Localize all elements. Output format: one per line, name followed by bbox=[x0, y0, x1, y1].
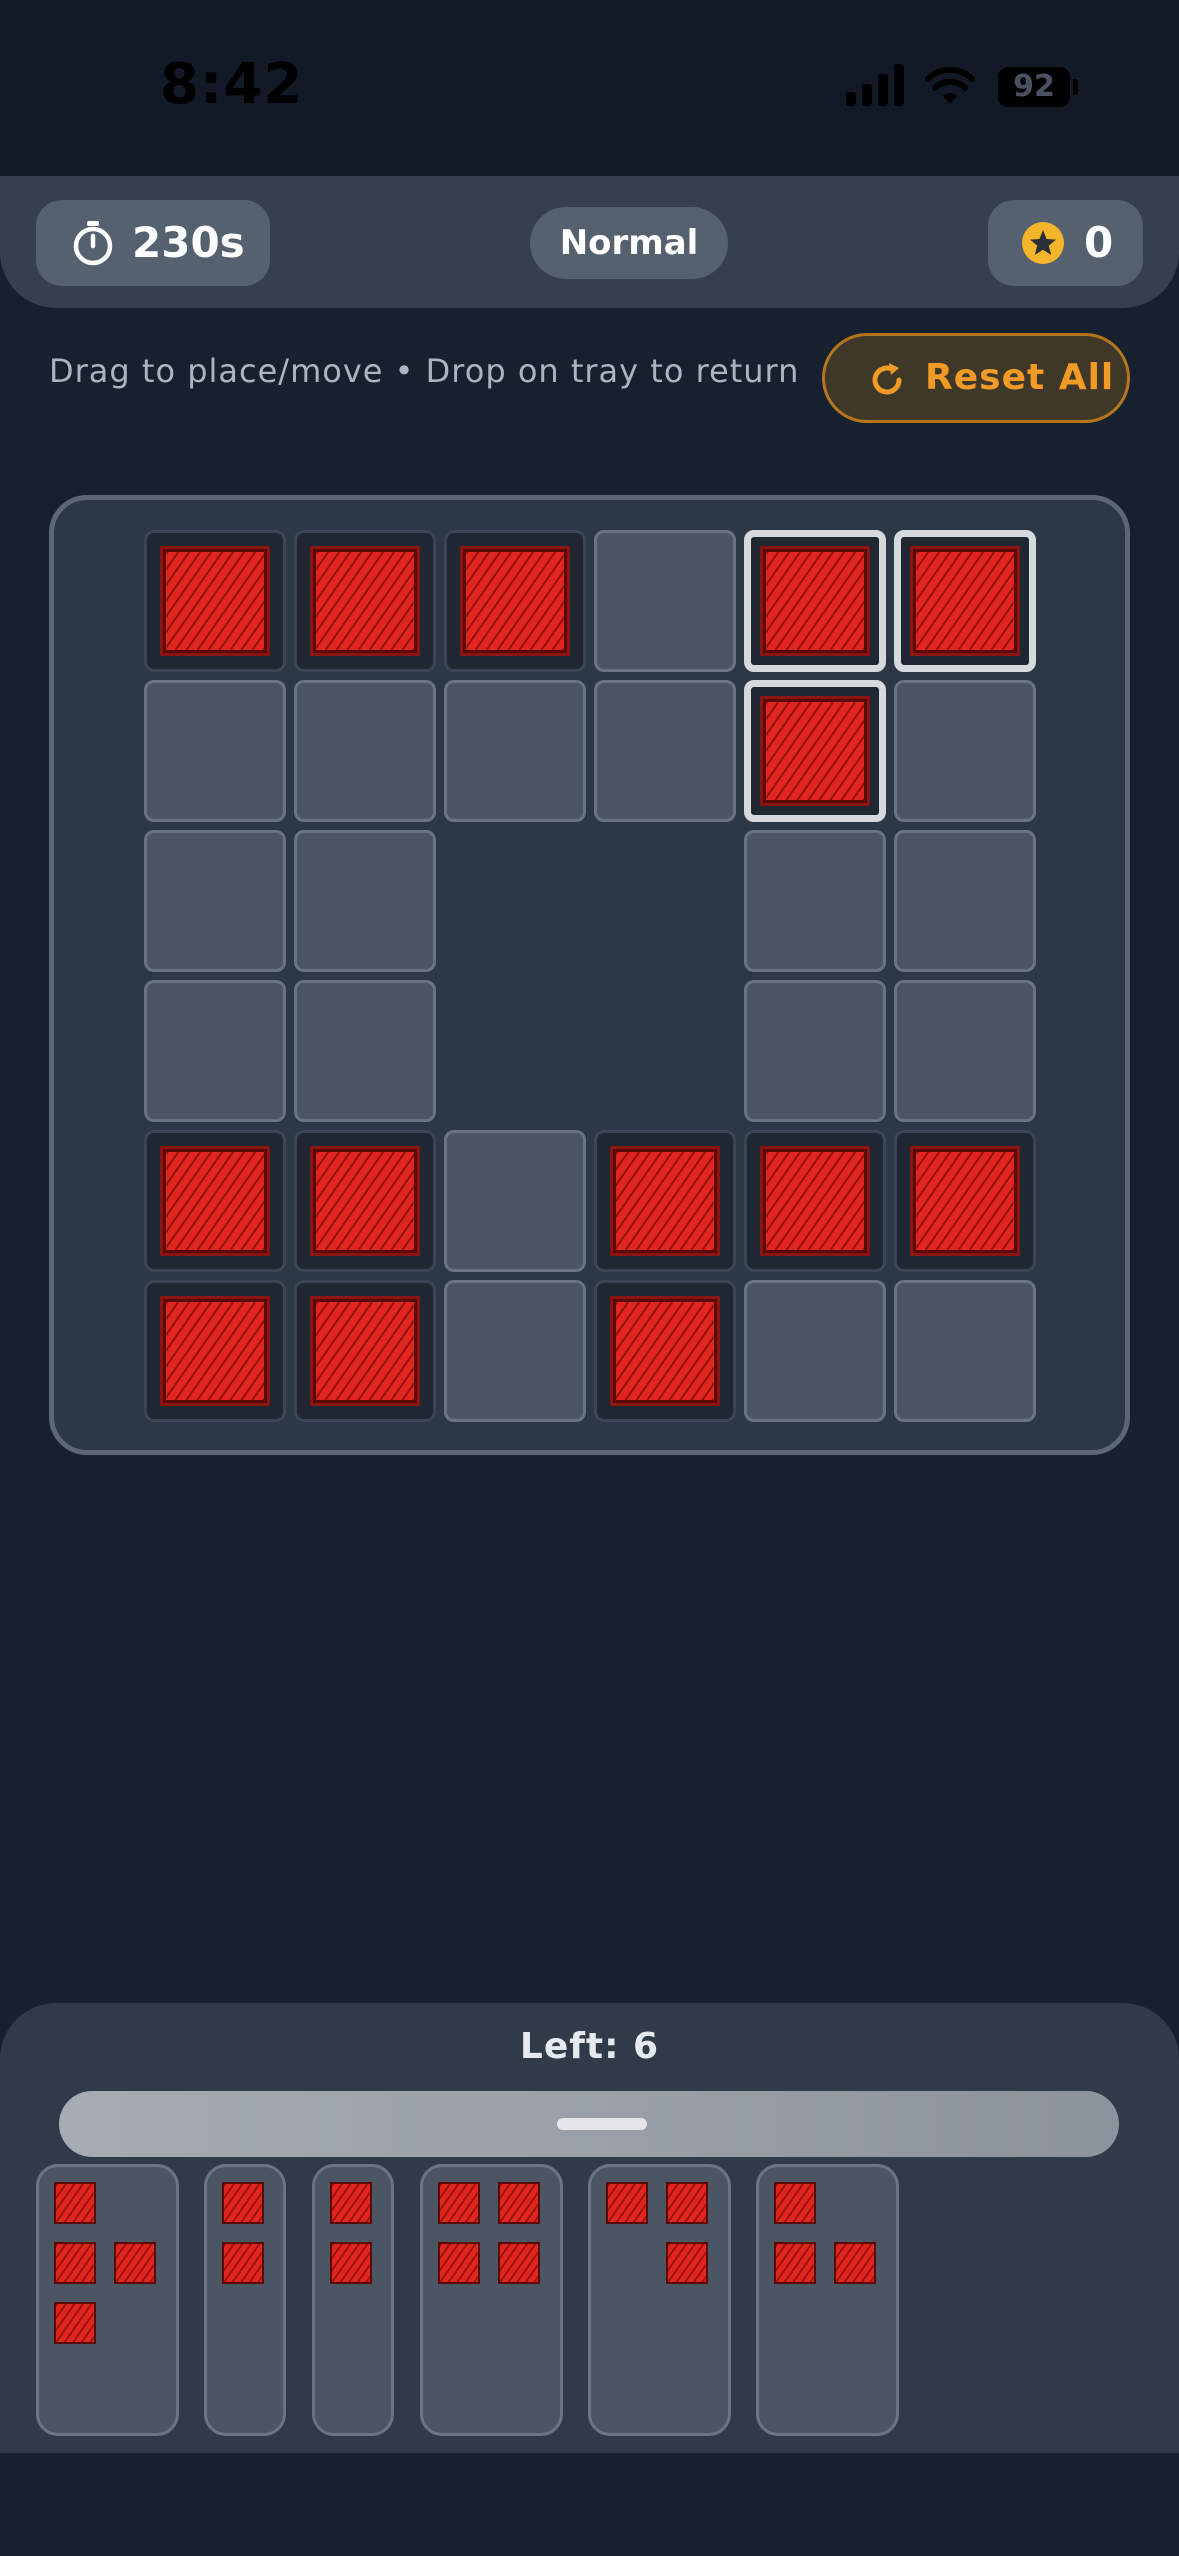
board-cell[interactable] bbox=[744, 830, 886, 972]
board-cell[interactable] bbox=[444, 680, 586, 822]
game-board bbox=[49, 495, 1130, 1455]
placed-block[interactable] bbox=[313, 1299, 417, 1403]
piece-block bbox=[774, 2242, 816, 2284]
piece-block bbox=[54, 2242, 96, 2284]
selected-block[interactable] bbox=[913, 549, 1017, 653]
board-cell[interactable] bbox=[144, 1130, 286, 1272]
piece-block bbox=[54, 2182, 96, 2224]
placed-block[interactable] bbox=[613, 1149, 717, 1253]
tray-scrollbar[interactable] bbox=[59, 2091, 1119, 2157]
board-cell[interactable] bbox=[594, 680, 736, 822]
status-time: 8:42 bbox=[160, 52, 304, 117]
signal-icon bbox=[846, 62, 906, 106]
piece-block bbox=[222, 2182, 264, 2224]
placed-block[interactable] bbox=[763, 1149, 867, 1253]
tray-piece[interactable] bbox=[420, 2164, 563, 2436]
battery-icon: 92 bbox=[998, 67, 1070, 107]
board-cell[interactable] bbox=[144, 980, 286, 1122]
battery-level: 92 bbox=[1013, 69, 1055, 104]
board-cell[interactable] bbox=[894, 980, 1036, 1122]
placed-block[interactable] bbox=[463, 549, 567, 653]
board-cell[interactable] bbox=[444, 1280, 586, 1422]
timer-badge: 230s bbox=[36, 200, 270, 286]
score-badge: 0 bbox=[988, 200, 1143, 286]
placed-block[interactable] bbox=[163, 1149, 267, 1253]
piece-block bbox=[54, 2302, 96, 2344]
board-cell[interactable] bbox=[594, 1130, 736, 1272]
piece-block bbox=[438, 2242, 480, 2284]
status-bar: 8:42 92 bbox=[0, 0, 1179, 176]
piece-block bbox=[330, 2182, 372, 2224]
piece-block bbox=[222, 2242, 264, 2284]
selected-block[interactable] bbox=[763, 699, 867, 803]
board-cell[interactable] bbox=[294, 680, 436, 822]
board-cell[interactable] bbox=[294, 530, 436, 672]
board-cell[interactable] bbox=[894, 830, 1036, 972]
battery-cap bbox=[1073, 79, 1078, 95]
board-cell[interactable] bbox=[444, 1130, 586, 1272]
placed-block[interactable] bbox=[613, 1299, 717, 1403]
placed-block[interactable] bbox=[313, 1149, 417, 1253]
board-cell[interactable] bbox=[144, 680, 286, 822]
board-cell[interactable] bbox=[894, 530, 1036, 672]
board-cell[interactable] bbox=[144, 830, 286, 972]
difficulty-badge[interactable]: Normal bbox=[530, 207, 728, 279]
board-cell[interactable] bbox=[144, 1280, 286, 1422]
reset-all-button[interactable]: Reset All bbox=[822, 333, 1130, 423]
piece-block bbox=[438, 2182, 480, 2224]
piece-block bbox=[114, 2242, 156, 2284]
tray-piece[interactable] bbox=[756, 2164, 899, 2436]
pieces-left-counter: Left: 6 bbox=[519, 2026, 660, 2067]
reset-all-label: Reset All bbox=[925, 357, 1115, 398]
board-cell[interactable] bbox=[744, 1130, 886, 1272]
tray-piece[interactable] bbox=[312, 2164, 394, 2436]
board-cell[interactable] bbox=[444, 530, 586, 672]
star-coin-icon bbox=[1022, 222, 1064, 264]
score-value: 0 bbox=[1084, 218, 1114, 267]
instructions-text: Drag to place/move • Drop on tray to ret… bbox=[49, 352, 800, 390]
board-cell[interactable] bbox=[594, 1280, 736, 1422]
board-cell[interactable] bbox=[294, 1280, 436, 1422]
tray-piece[interactable] bbox=[204, 2164, 286, 2436]
board-cell[interactable] bbox=[144, 530, 286, 672]
board-cell[interactable] bbox=[744, 530, 886, 672]
board-cell[interactable] bbox=[744, 680, 886, 822]
placed-block[interactable] bbox=[913, 1149, 1017, 1253]
timer-value: 230s bbox=[132, 218, 245, 267]
piece-block bbox=[774, 2182, 816, 2224]
piece-block bbox=[498, 2242, 540, 2284]
board-cell[interactable] bbox=[594, 530, 736, 672]
piece-block bbox=[498, 2182, 540, 2224]
board-cell[interactable] bbox=[744, 980, 886, 1122]
piece-block bbox=[666, 2182, 708, 2224]
wifi-icon bbox=[925, 66, 975, 104]
tray-piece[interactable] bbox=[588, 2164, 731, 2436]
game-screen: 8:42 92 230s Normal 0 Drag to place/move… bbox=[0, 0, 1179, 2556]
board-cell[interactable] bbox=[294, 980, 436, 1122]
scrollbar-thumb[interactable] bbox=[557, 2118, 647, 2130]
placed-block[interactable] bbox=[313, 549, 417, 653]
piece-block bbox=[330, 2242, 372, 2284]
tray-piece[interactable] bbox=[36, 2164, 179, 2436]
placed-block[interactable] bbox=[163, 549, 267, 653]
board-cell[interactable] bbox=[894, 680, 1036, 822]
selected-block[interactable] bbox=[763, 549, 867, 653]
board-cell[interactable] bbox=[744, 1280, 886, 1422]
placed-block[interactable] bbox=[163, 1299, 267, 1403]
piece-block bbox=[666, 2242, 708, 2284]
board-cell[interactable] bbox=[894, 1280, 1036, 1422]
difficulty-label: Normal bbox=[559, 223, 699, 263]
piece-block bbox=[606, 2182, 648, 2224]
board-cell[interactable] bbox=[294, 1130, 436, 1272]
refresh-icon bbox=[872, 363, 902, 395]
board-cell[interactable] bbox=[294, 830, 436, 972]
piece-block bbox=[834, 2242, 876, 2284]
stopwatch-icon bbox=[73, 221, 113, 266]
board-cell[interactable] bbox=[894, 1130, 1036, 1272]
